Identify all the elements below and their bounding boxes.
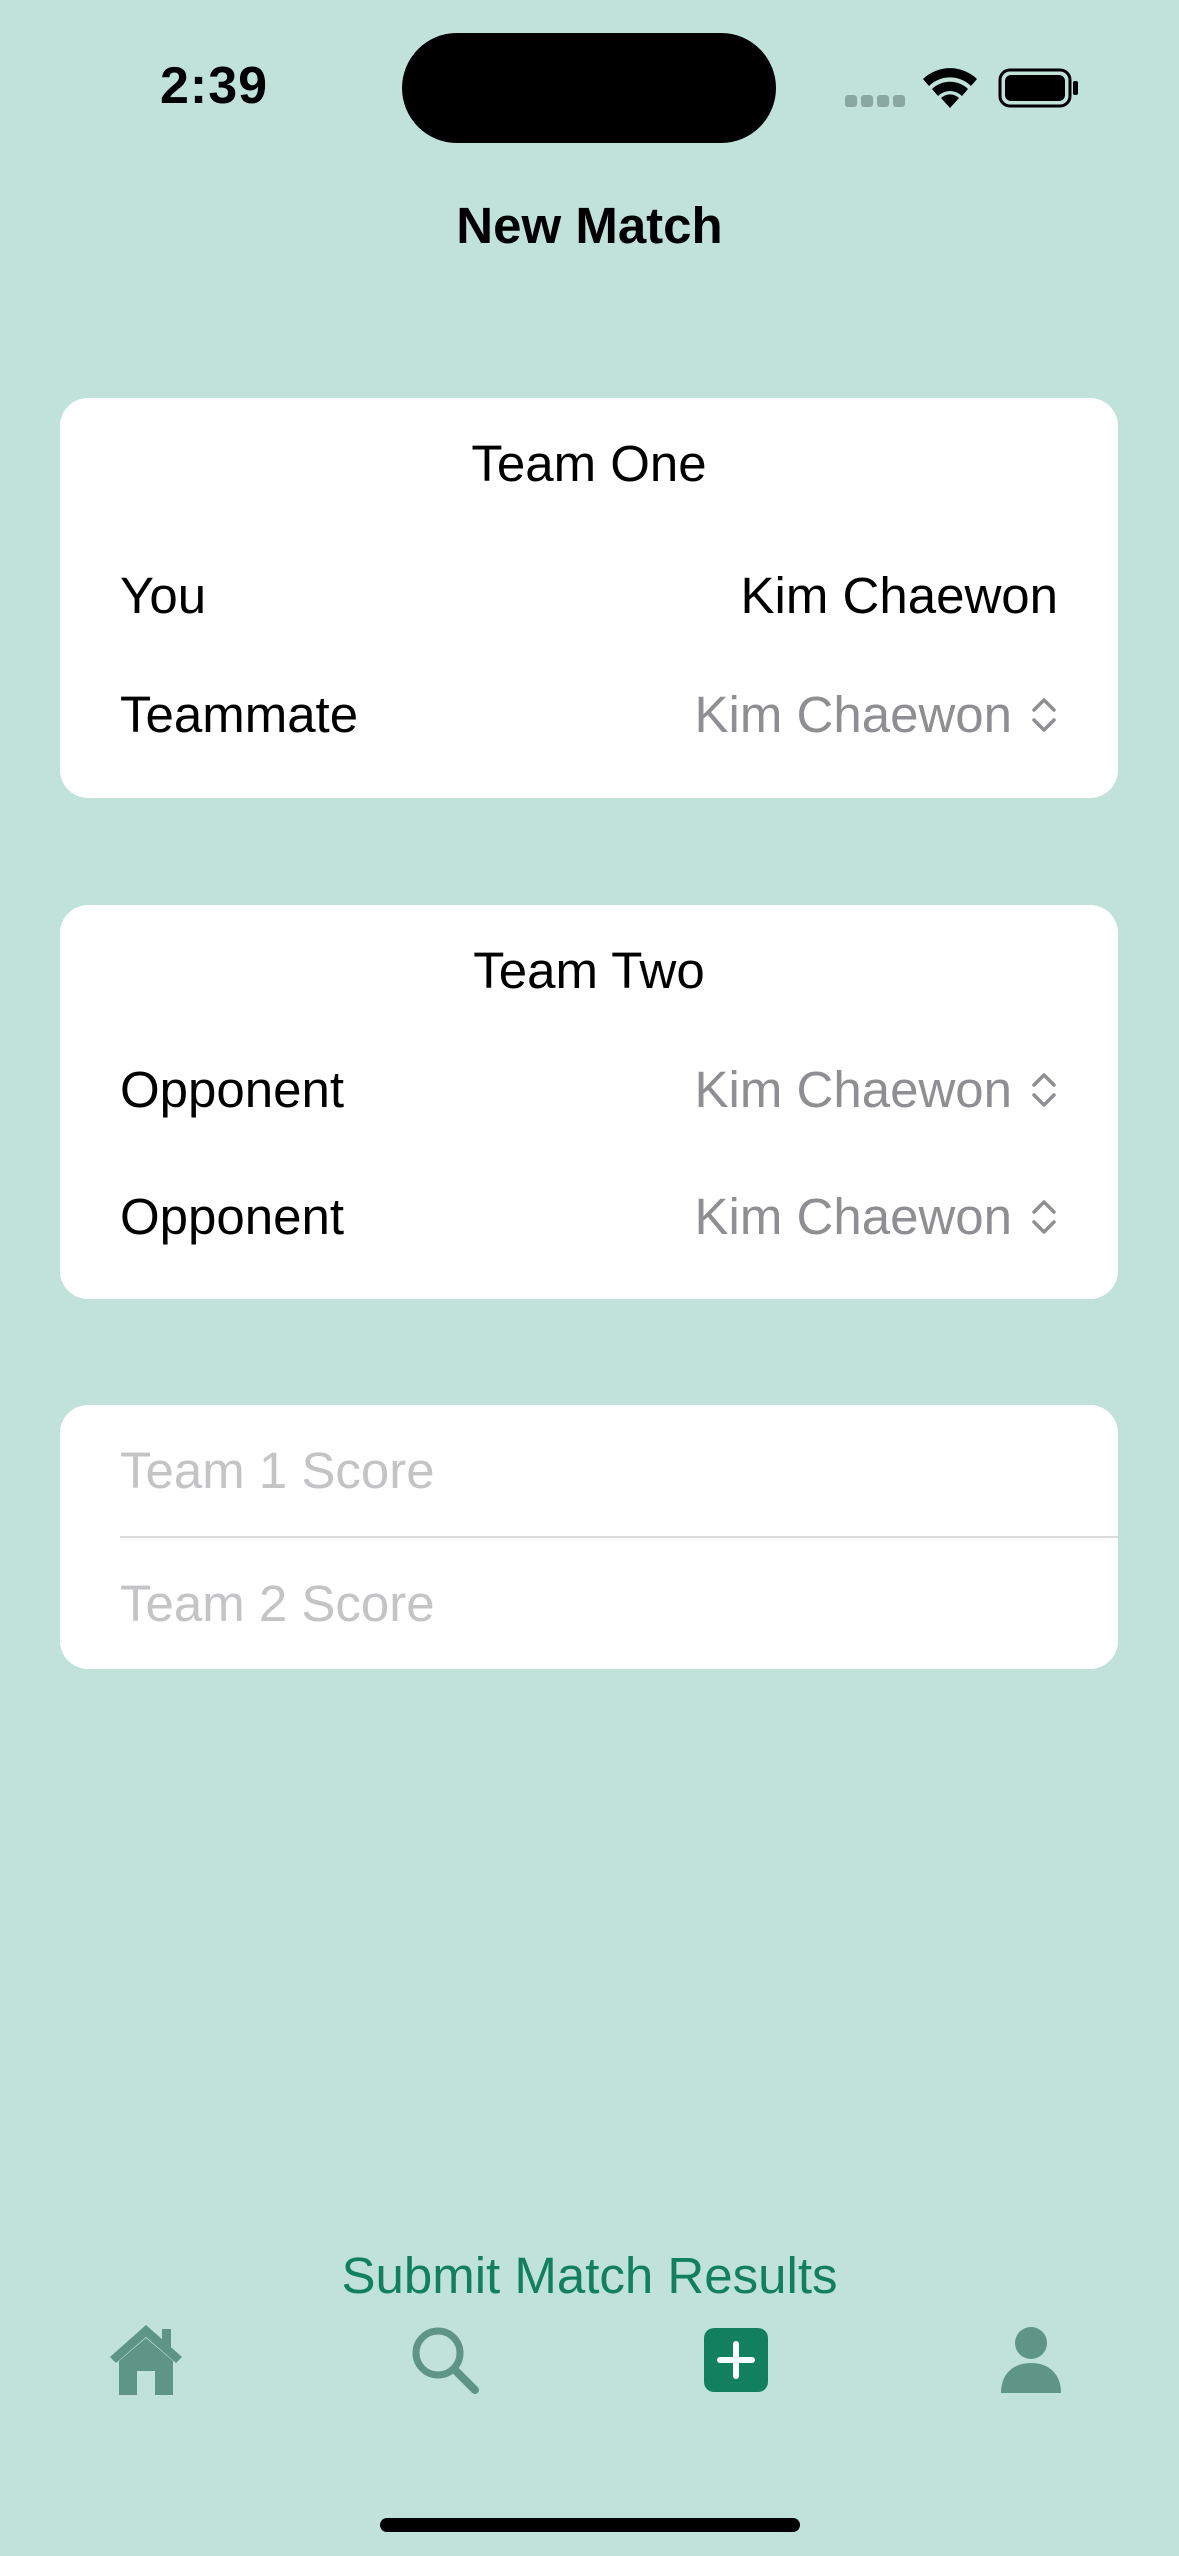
- wifi-icon: [923, 68, 977, 108]
- teammate-picker[interactable]: Kim Chaewon: [695, 685, 1058, 744]
- dynamic-island: [402, 33, 776, 143]
- you-label: You: [120, 567, 207, 624]
- opponent-2-label: Opponent: [120, 1188, 345, 1245]
- chevron-up-down-icon: [1032, 697, 1056, 732]
- house-icon: [110, 2325, 182, 2395]
- home-indicator: [380, 2518, 800, 2532]
- tab-new-match[interactable]: [696, 2320, 776, 2400]
- you-value: Kim Chaewon: [741, 566, 1058, 625]
- you-value-text: Kim Chaewon: [740, 567, 1058, 624]
- opponent-2-picker[interactable]: Kim Chaewon: [695, 1187, 1058, 1246]
- teammate-label: Teammate: [120, 686, 359, 743]
- opponent-1-picker-value: Kim Chaewon: [694, 1061, 1012, 1118]
- team-two-card: Team Two Opponent Kim Chaewon Opponent K…: [60, 905, 1118, 1299]
- plus-square-icon: [704, 2328, 768, 2392]
- team-2-score-input[interactable]: Team 2 Score: [120, 1538, 1118, 1668]
- tab-profile[interactable]: [991, 2320, 1071, 2400]
- cellular-signal-icon: [845, 95, 905, 107]
- submit-match-results-button[interactable]: Submit Match Results: [0, 2246, 1179, 2305]
- score-card: Team 1 Score Team 2 Score: [60, 1405, 1118, 1669]
- teammate-picker-value: Kim Chaewon: [694, 686, 1012, 743]
- battery-icon: [998, 68, 1078, 108]
- tab-search[interactable]: [405, 2320, 485, 2400]
- team-2-score-placeholder: Team 2 Score: [120, 1574, 435, 1632]
- chevron-up-down-icon: [1032, 1072, 1056, 1107]
- person-icon: [1001, 2327, 1061, 2393]
- team-1-score-placeholder: Team 1 Score: [120, 1441, 435, 1499]
- team-two-title: Team Two: [473, 942, 705, 999]
- team-1-score-input[interactable]: Team 1 Score: [120, 1405, 1118, 1535]
- opponent-1-label: Opponent: [120, 1061, 345, 1118]
- page-title: New Match: [456, 197, 723, 254]
- status-time: 2:39: [160, 57, 269, 115]
- team-one-card: Team One You Kim Chaewon Teammate Kim Ch…: [60, 398, 1118, 798]
- search-icon: [412, 2327, 479, 2394]
- opponent-1-picker[interactable]: Kim Chaewon: [695, 1060, 1058, 1119]
- tab-home[interactable]: [106, 2320, 186, 2400]
- chevron-up-down-icon: [1032, 1199, 1056, 1234]
- opponent-2-picker-value: Kim Chaewon: [694, 1188, 1012, 1245]
- team-one-title: Team One: [471, 435, 707, 492]
